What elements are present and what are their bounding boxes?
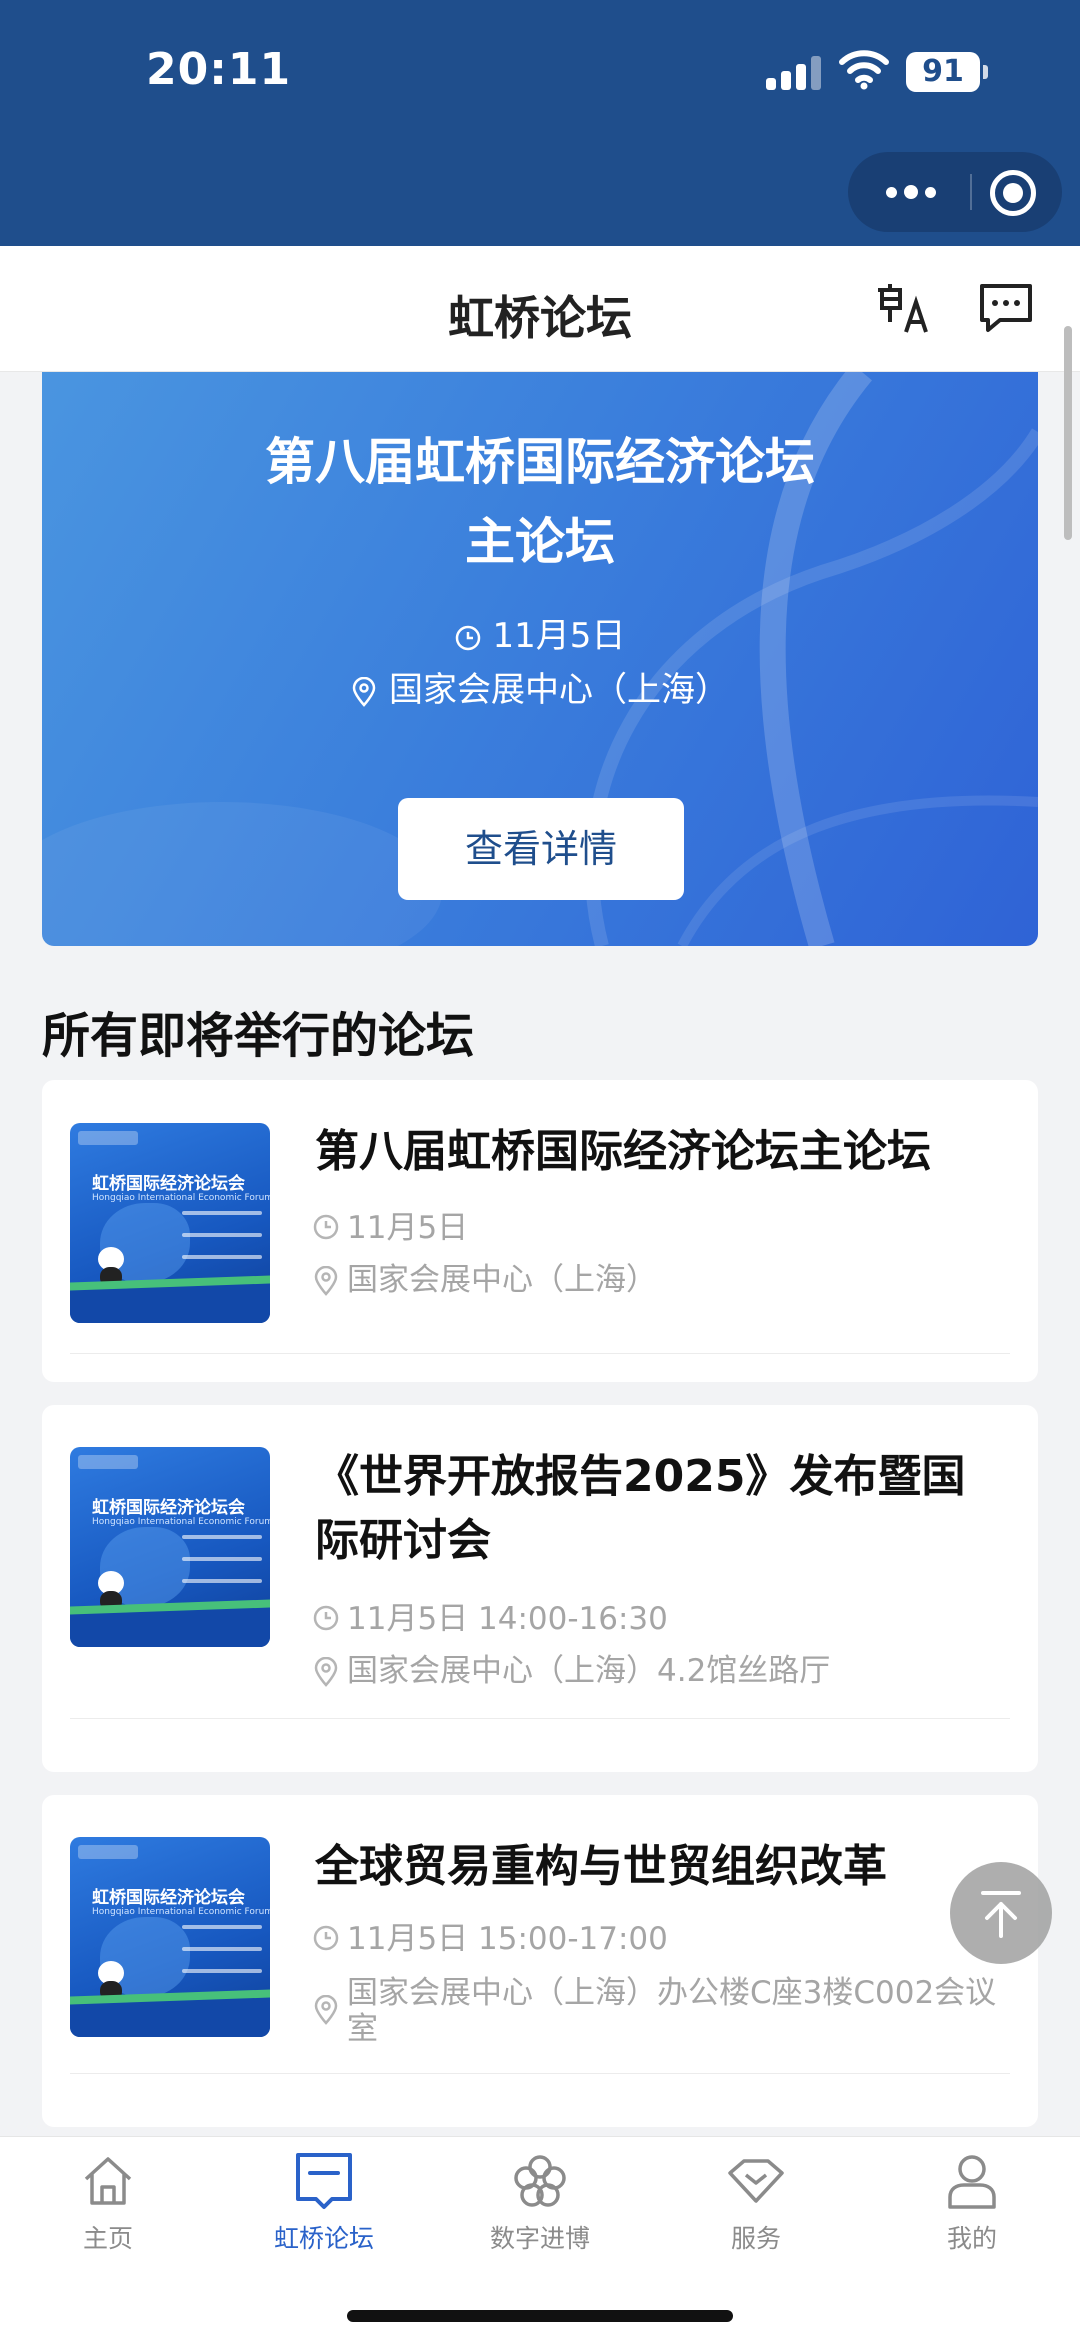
- forum-thumbnail: 虹桥国际经济论坛会 Hongqiao International Economi…: [70, 1837, 270, 2037]
- hero-banner[interactable]: 第八届虹桥国际经济论坛 主论坛 11月5日 国家会展中心（上海） 查看详情: [42, 372, 1038, 946]
- hero-date-text: 11月5日: [492, 616, 626, 656]
- forum-card[interactable]: 虹桥国际经济论坛会 Hongqiao International Economi…: [42, 1405, 1038, 1772]
- tab-label: 主页: [82, 2224, 133, 2253]
- forum-location-text: 国家会展中心（上海）: [347, 1262, 657, 1298]
- tab-home[interactable]: 主页: [28, 2151, 188, 2255]
- forum-card[interactable]: 虹桥国际经济论坛会 Hongqiao International Economi…: [42, 1795, 1038, 2127]
- status-bar: 20:11 91: [0, 0, 1080, 246]
- section-title: 所有即将举行的论坛: [42, 1008, 475, 1064]
- thumbnail-subtitle: Hongqiao International Economic Forum: [92, 1193, 270, 1203]
- more-options-icon[interactable]: [876, 170, 946, 214]
- tab-service[interactable]: 服务: [676, 2151, 836, 2255]
- thumbnail-title: 虹桥国际经济论坛会: [92, 1174, 245, 1194]
- thumbnail-title: 虹桥国际经济论坛会: [92, 1498, 245, 1518]
- clock-icon: [313, 1214, 339, 1240]
- translate-icon[interactable]: [872, 278, 932, 338]
- diamond-icon: [728, 2159, 784, 2203]
- scrollbar[interactable]: [1064, 326, 1072, 540]
- card-divider: [70, 1353, 1010, 1354]
- card-divider: [70, 1718, 1010, 1719]
- status-time: 20:11: [146, 44, 292, 95]
- cellular-signal-icon: [766, 56, 822, 90]
- hero-title-line1: 第八届虹桥国际经济论坛: [265, 433, 815, 491]
- location-pin-icon: [314, 1995, 338, 2025]
- message-icon[interactable]: [976, 278, 1036, 338]
- tab-label: 虹桥论坛: [273, 2224, 374, 2253]
- forum-title: 全球贸易重构与世贸组织改革: [315, 1841, 887, 1892]
- hero-title: 第八届虹桥国际经济论坛 主论坛: [42, 422, 1038, 582]
- forum-location-text: 国家会展中心（上海）办公楼C座3楼C002会议室: [347, 1975, 997, 2047]
- tab-forum[interactable]: 虹桥论坛: [244, 2151, 404, 2255]
- hero-date: 11月5日: [42, 608, 1038, 657]
- hero-location: 国家会展中心（上海）: [42, 662, 1038, 711]
- tab-label: 我的: [946, 2224, 997, 2253]
- navigation-bar: 虹桥论坛: [0, 246, 1080, 372]
- forum-icon: [296, 2153, 352, 2209]
- thumbnail-subtitle: Hongqiao International Economic Forum: [92, 1517, 270, 1527]
- forum-location: 国家会展中心（上海）办公楼C座3楼C002会议室: [313, 1975, 998, 2047]
- wifi-icon: [839, 50, 889, 90]
- forum-time: 11月5日: [313, 1210, 998, 1246]
- tab-label: 数字进博: [489, 2224, 590, 2253]
- miniprogram-capsule: [848, 152, 1062, 232]
- clock-icon: [313, 1605, 339, 1631]
- view-details-button[interactable]: 查看详情: [398, 798, 684, 900]
- location-pin-icon: [314, 1266, 338, 1296]
- forum-title: 《世界开放报告2025》发布暨国际研讨会: [315, 1451, 966, 1566]
- capsule-divider: [970, 174, 972, 210]
- forum-time-text: 11月5日: [347, 1210, 469, 1246]
- arrow-up-icon: [981, 1891, 1021, 1938]
- forum-location: 国家会展中心（上海）4.2馆丝路厅: [313, 1653, 998, 1689]
- forum-title: 第八届虹桥国际经济论坛主论坛: [315, 1126, 931, 1177]
- hero-title-line2: 主论坛: [465, 513, 615, 571]
- tab-label: 服务: [730, 2224, 781, 2253]
- hero-location-text: 国家会展中心（上海）: [389, 670, 729, 710]
- thumbnail-subtitle: Hongqiao International Economic Forum: [92, 1907, 270, 1917]
- home-icon: [84, 2157, 132, 2205]
- thumbnail-title: 虹桥国际经济论坛会: [92, 1888, 245, 1908]
- back-to-top-button[interactable]: [950, 1862, 1052, 1964]
- card-divider: [70, 2073, 1010, 2074]
- location-pin-icon: [314, 1657, 338, 1687]
- forum-location-text: 国家会展中心（上海）4.2馆丝路厅: [347, 1653, 831, 1689]
- forum-time-text: 11月5日 15:00-17:00: [347, 1921, 668, 1957]
- tab-profile[interactable]: 我的: [892, 2151, 1052, 2255]
- forum-card[interactable]: 虹桥国际经济论坛会 Hongqiao International Economi…: [42, 1080, 1038, 1382]
- person-icon: [948, 2155, 996, 2209]
- clock-icon: [313, 1925, 339, 1951]
- forum-time: 11月5日 14:00-16:30: [313, 1601, 998, 1637]
- clock-icon: [455, 625, 480, 650]
- forum-time: 11月5日 15:00-17:00: [313, 1921, 998, 1957]
- tab-digital-expo[interactable]: 数字进博: [460, 2151, 620, 2255]
- location-pin-icon: [352, 676, 376, 707]
- forum-thumbnail: 虹桥国际经济论坛会 Hongqiao International Economi…: [70, 1447, 270, 1647]
- forum-thumbnail: 虹桥国际经济论坛会 Hongqiao International Economi…: [70, 1123, 270, 1323]
- forum-time-text: 11月5日 14:00-16:30: [347, 1601, 668, 1637]
- forum-location: 国家会展中心（上海）: [313, 1262, 998, 1298]
- battery-icon: 91: [906, 52, 988, 92]
- close-miniprogram-icon[interactable]: [990, 170, 1036, 216]
- home-indicator: [347, 2310, 733, 2322]
- flower-icon: [514, 2155, 566, 2207]
